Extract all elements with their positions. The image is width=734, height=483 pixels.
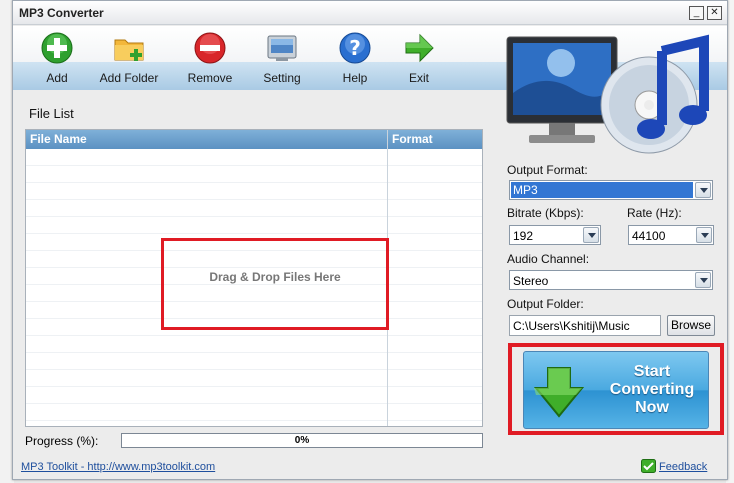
column-file-name[interactable]: File Name <box>30 132 87 146</box>
close-button[interactable]: ✕ <box>707 6 722 20</box>
chevron-down-icon[interactable] <box>695 182 711 198</box>
start-button-highlight: Start Converting Now <box>508 343 724 435</box>
rate-label: Rate (Hz): <box>627 206 682 220</box>
remove-button[interactable]: Remove <box>174 32 246 85</box>
output-folder-label: Output Folder: <box>507 297 584 311</box>
setting-button[interactable]: Setting <box>246 32 318 85</box>
drop-zone[interactable]: Drag & Drop Files Here <box>161 238 389 330</box>
audio-channel-label: Audio Channel: <box>507 252 590 266</box>
download-arrow-icon <box>534 367 585 418</box>
title-bar[interactable]: MP3 Converter _ ✕ <box>13 1 727 25</box>
help-button[interactable]: ? Help <box>319 32 391 85</box>
start-converting-label: Start Converting Now <box>609 363 695 416</box>
file-list-header: File Name Format <box>26 130 482 149</box>
add-button[interactable]: Add <box>21 32 93 85</box>
minimize-button[interactable]: _ <box>689 6 704 20</box>
monitor-music-disc-icon <box>506 34 709 154</box>
remove-label: Remove <box>187 71 233 85</box>
exit-label: Exit <box>408 71 429 85</box>
column-format[interactable]: Format <box>392 132 433 146</box>
chevron-down-icon[interactable] <box>696 227 712 243</box>
add-icon <box>41 32 73 64</box>
mp3-converter-window: MP3 Converter _ ✕ Add Add Folder Remove … <box>12 0 728 480</box>
audio-channel-value: Stereo <box>513 274 549 288</box>
exit-button[interactable]: Exit <box>383 32 455 85</box>
svg-text:?: ? <box>349 36 361 60</box>
output-format-select[interactable]: MP3 <box>509 180 713 200</box>
output-format-label: Output Format: <box>507 163 588 177</box>
bitrate-value: 192 <box>513 229 534 243</box>
bitrate-label: Bitrate (Kbps): <box>507 206 584 220</box>
help-icon: ? <box>339 32 371 64</box>
browse-button[interactable]: Browse <box>667 315 715 336</box>
bitrate-select[interactable]: 192 <box>509 225 601 245</box>
file-list-title: File List <box>29 106 74 121</box>
website-link[interactable]: MP3 Toolkit - http://www.mp3toolkit.com <box>21 461 215 473</box>
drop-hint: Drag & Drop Files Here <box>209 270 341 284</box>
rate-value: 44100 <box>632 229 666 243</box>
window-title: MP3 Converter <box>19 6 104 20</box>
progress-value: 0% <box>294 435 310 446</box>
progress-label: Progress (%): <box>25 434 99 448</box>
remove-icon <box>194 32 226 64</box>
add-folder-button[interactable]: Add Folder <box>93 32 165 85</box>
setting-icon <box>267 35 297 61</box>
output-format-value: MP3 <box>511 182 693 198</box>
progress-bar: 0% <box>121 433 483 448</box>
help-label: Help <box>342 71 368 85</box>
column-separator[interactable] <box>387 130 388 149</box>
rate-select[interactable]: 44100 <box>628 225 714 245</box>
chevron-down-icon[interactable] <box>695 272 711 288</box>
output-settings-panel: Output Format: MP3 Bitrate (Kbps): Rate … <box>491 26 727 466</box>
add-folder-label: Add Folder <box>99 71 159 85</box>
audio-channel-select[interactable]: Stereo <box>509 270 713 290</box>
exit-icon <box>405 33 434 63</box>
chevron-down-icon[interactable] <box>583 227 599 243</box>
start-converting-button[interactable]: Start Converting Now <box>523 351 709 429</box>
setting-label: Setting <box>263 71 301 85</box>
add-folder-icon <box>114 39 144 61</box>
output-folder-field[interactable]: C:\Users\Kshitij\Music <box>509 315 661 336</box>
add-label: Add <box>46 71 68 85</box>
